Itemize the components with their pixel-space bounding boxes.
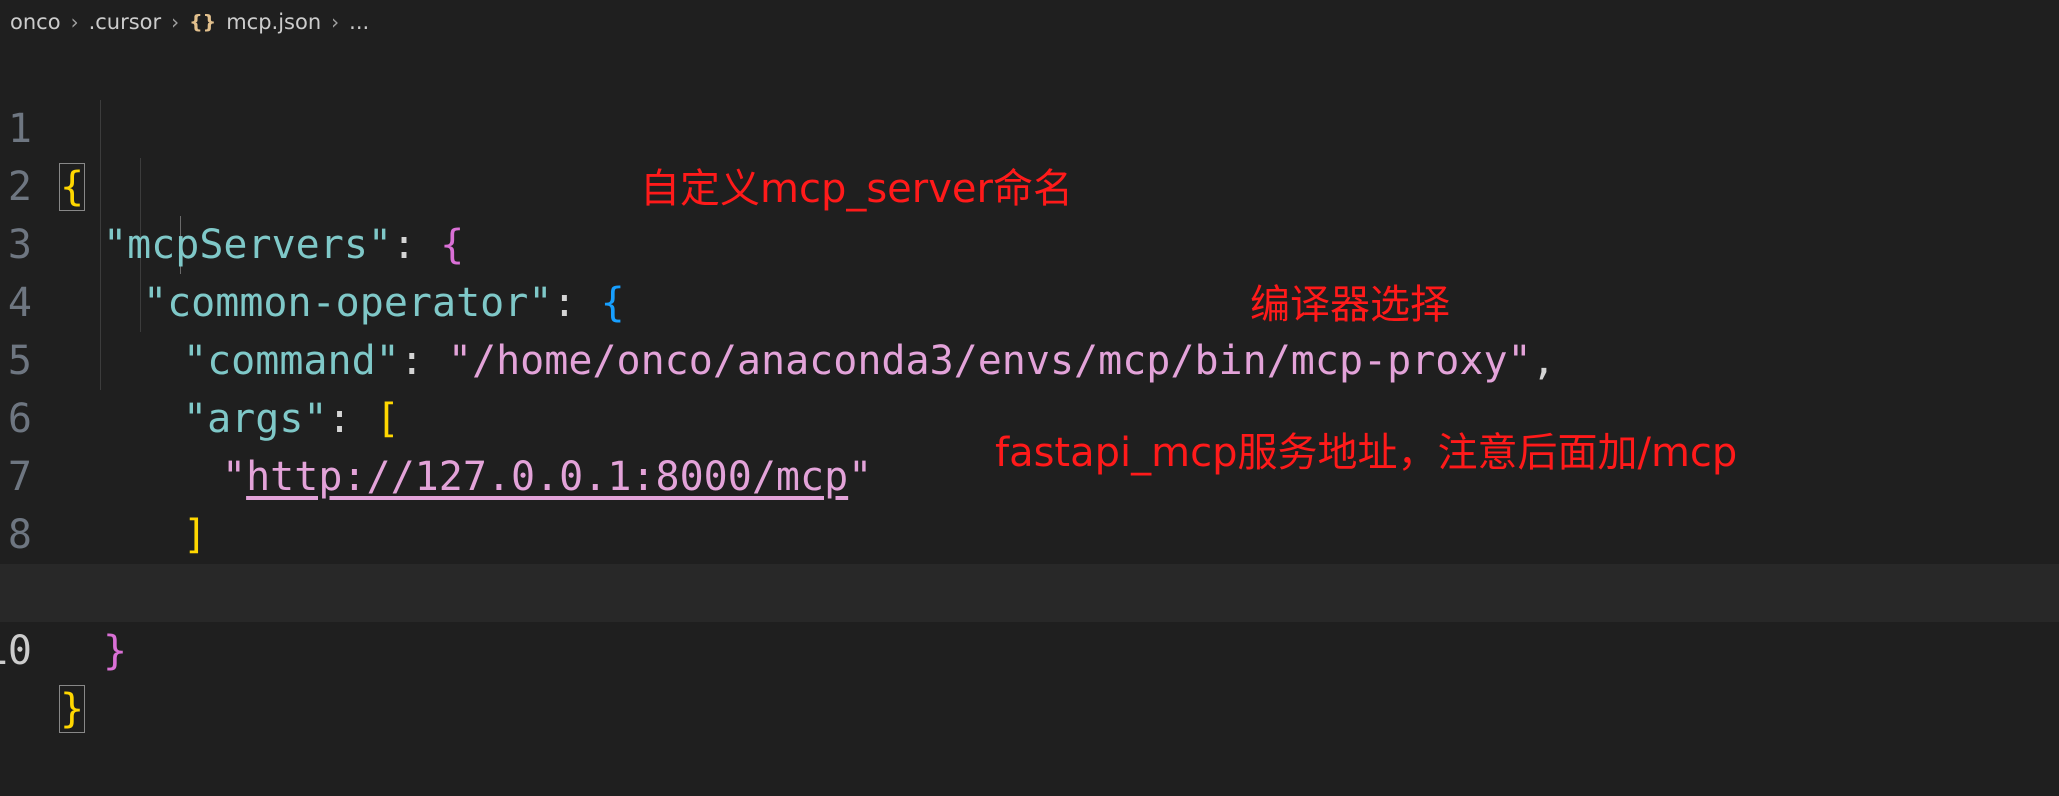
- annotation-server-name: 自定义mcp_server命名: [640, 166, 1073, 212]
- annotation-address: fastapi_mcp服务地址，注意后面加/mcp: [995, 430, 1738, 476]
- brace-close: }: [103, 628, 128, 674]
- breadcrumb-item-cursor[interactable]: .cursor: [89, 10, 162, 34]
- code-editor[interactable]: 1 { 2 "mcpServers": { 3 "common-operator…: [0, 42, 2059, 733]
- breadcrumb-item-more[interactable]: ...: [349, 10, 369, 34]
- chevron-right-icon: ›: [70, 10, 79, 34]
- chevron-right-icon: ›: [171, 10, 180, 34]
- chevron-right-icon: ›: [331, 10, 340, 34]
- annotation-compiler: 编译器选择: [1250, 282, 1450, 328]
- line-number: 10: [0, 628, 32, 674]
- breadcrumb: onco › .cursor › {} mcp.json › ...: [0, 0, 2059, 44]
- json-file-icon: {}: [189, 11, 217, 33]
- brace-close: }: [58, 685, 86, 733]
- breadcrumb-item-onco[interactable]: onco: [10, 10, 61, 34]
- code-line[interactable]: 6 "http://127.0.0.1:8000/mcp": [0, 332, 2059, 500]
- code-line[interactable]: 9 }: [0, 506, 2059, 674]
- breadcrumb-item-file[interactable]: mcp.json: [226, 10, 321, 34]
- code-line-current[interactable]: 10 }: [0, 564, 2059, 733]
- code-line[interactable]: 1 {: [0, 42, 2059, 211]
- code-line[interactable]: 5 "args": [: [0, 274, 2059, 442]
- code-line[interactable]: 2 "mcpServers": {: [0, 100, 2059, 268]
- code-line[interactable]: 4 "command": "/home/onco/anaconda3/envs/…: [0, 216, 2059, 384]
